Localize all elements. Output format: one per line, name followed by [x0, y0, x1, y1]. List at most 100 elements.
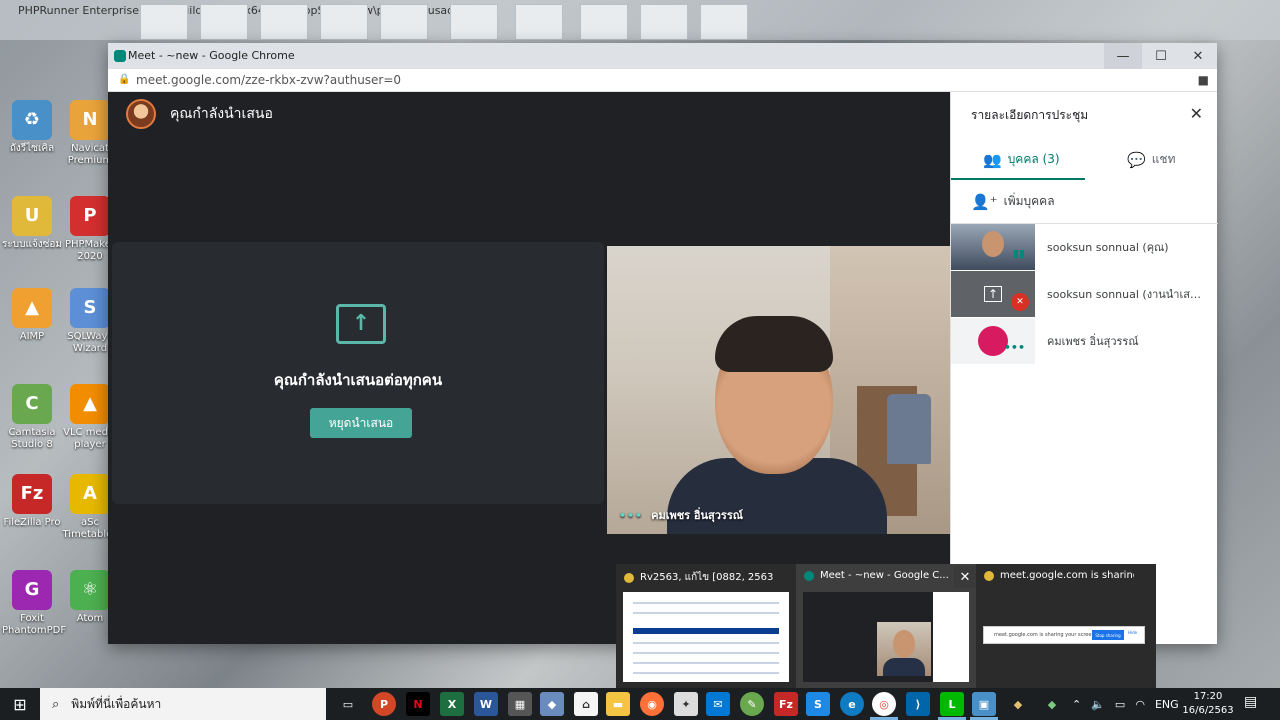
background-app-tab[interactable] [140, 4, 188, 40]
firefox-icon[interactable]: ◉ [640, 692, 664, 716]
window-title: Meet - ~new - Google Chrome [128, 49, 295, 62]
preview-window[interactable]: meet.google.com is sharing you... meet.g… [976, 564, 1156, 688]
participant-name: sooksun sonnual (งานนำเสนอของคุณ) [1047, 288, 1207, 301]
file-explorer-icon[interactable]: ▬ [606, 692, 630, 716]
meeting-details-panel: รายละเอียดการประชุม ✕ 👥 บุคคล (3) 💬 แชท … [950, 92, 1218, 644]
volume-icon[interactable]: 🔈 [1091, 698, 1105, 711]
close-preview-icon[interactable]: ✕ [954, 566, 976, 588]
hide-button[interactable]: Hide [1128, 630, 1137, 635]
task-view-icon[interactable]: ▭ [336, 692, 360, 716]
clock[interactable]: 17:20 16/6/2563 [1180, 690, 1236, 718]
minimize-button[interactable]: — [1104, 43, 1142, 69]
filezilla-icon[interactable]: Fz [774, 692, 798, 716]
preview-title: Rv2563, แก้ไข [0882, 2563] - Go... [624, 570, 774, 585]
maximize-button[interactable]: ☐ [1142, 43, 1180, 69]
desktop-icon-label: Foxit PhantomPDF [2, 613, 67, 636]
line-icon[interactable]: L [940, 692, 964, 716]
camtasia-icon: C [12, 384, 52, 424]
add-person-button[interactable]: 👤⁺ เพิ่มบุคคล [971, 192, 1055, 211]
background-app-tab[interactable] [450, 4, 498, 40]
background-app-tab[interactable] [515, 4, 563, 40]
background-app-tab[interactable] [320, 4, 368, 40]
preview-window[interactable]: Meet - ~new - Google C... ✕ [796, 564, 976, 688]
powerpoint-icon[interactable]: P [372, 692, 396, 716]
preview-side-panel [933, 592, 969, 682]
background-app-tab[interactable] [200, 4, 248, 40]
vscode-icon[interactable]: ⟩ [906, 692, 930, 716]
background-app-tab[interactable] [260, 4, 308, 40]
close-panel-icon[interactable]: ✕ [1190, 104, 1203, 123]
stop-sharing-button[interactable]: Stop sharing [1092, 630, 1124, 640]
background-app-titlebar: PHPRunner Enterprise 10.4 (Build 35214 x… [0, 0, 1280, 40]
preview-thumbnail: meet.google.com is sharing your screen. … [983, 592, 1149, 682]
tab-people-label: บุคคล (3) [1007, 152, 1060, 166]
lock-icon: 🔒 [118, 74, 131, 85]
participant-name: คมเพชร อิ่นสุวรรณ์ [1047, 335, 1139, 348]
tray-app-icon[interactable]: ◆ [1006, 692, 1030, 716]
tray-app-icon[interactable]: ◆ [1040, 692, 1064, 716]
window-titlebar[interactable]: Meet - ~new - Google Chrome — ☐ ✕ [108, 43, 1217, 69]
sharing-bar: meet.google.com is sharing your screen. … [983, 626, 1145, 644]
preview-thumbnail [623, 592, 789, 682]
url-text[interactable]: meet.google.com/zze-rkbx-zvw?authuser=0 [136, 73, 401, 87]
paint-icon[interactable]: ✎ [740, 692, 764, 716]
background-app-tab[interactable] [380, 4, 428, 40]
background-app-tab[interactable] [700, 4, 748, 40]
calculator-icon[interactable]: ▦ [508, 692, 532, 716]
asc-icon: A [70, 474, 110, 514]
tab-chat[interactable]: 💬 แชท [1127, 150, 1175, 169]
app-s-icon[interactable]: S [806, 692, 830, 716]
desktop-icon[interactable]: U ระบบแจ้งซ่อม [2, 196, 62, 251]
tray-up-icon[interactable]: ⌃ [1072, 698, 1081, 711]
preview-header-bar [633, 628, 779, 634]
muted-icon: ✕ [1011, 293, 1029, 311]
search-placeholder: พิมพ์ที่นี่เพื่อค้นหา [71, 696, 162, 711]
taskbar: ⊞ ⌕ พิมพ์ที่นี่เพื่อค้นหา ▭ P N X W ▦ ◆ … [0, 688, 1280, 720]
windows-start-icon[interactable]: ⊞ [0, 688, 40, 720]
close-window-button[interactable]: ✕ [1179, 43, 1217, 69]
stop-presenting-button[interactable]: หยุดนำเสนอ [310, 408, 412, 438]
audio-dots-icon: ••• [1003, 341, 1025, 354]
edge-icon[interactable]: e [840, 692, 864, 716]
battery-icon[interactable]: ▭ [1115, 698, 1125, 711]
participant-row[interactable]: ↑ ✕ sooksun sonnual (งานนำเสนอของคุณ) [951, 271, 1218, 317]
preview-thumbnail [803, 592, 969, 682]
background-app-tab[interactable] [640, 4, 688, 40]
preview-line [633, 612, 779, 614]
taskbar-search[interactable]: ⌕ พิมพ์ที่นี่เพื่อค้นหา [40, 688, 326, 720]
excel-icon[interactable]: X [440, 692, 464, 716]
participant-row[interactable]: ••• คมเพชร อิ่นสุวรรณ์ [951, 318, 1218, 364]
desktop-icon[interactable]: G Foxit PhantomPDF [2, 570, 67, 637]
preview-line [633, 652, 779, 654]
language-indicator[interactable]: ENG [1155, 698, 1179, 711]
word-icon[interactable]: W [474, 692, 498, 716]
desktop-icon-label: ถังรีไซเคิล [9, 143, 55, 154]
present-screen-icon: ↑ [983, 286, 1003, 302]
address-bar[interactable]: 🔒 meet.google.com/zze-rkbx-zvw?authuser=… [108, 69, 1217, 92]
participant-video-tile[interactable]: ••• คมเพชร อิ่นสุวรรณ์ [607, 246, 950, 534]
preview-window[interactable]: Rv2563, แก้ไข [0882, 2563] - Go... [616, 564, 796, 688]
background-app-tab[interactable] [580, 4, 628, 40]
active-tab-indicator [951, 178, 1085, 180]
desktop-icon[interactable]: Fz FileZilla Pro [2, 474, 62, 529]
app-icon[interactable]: ◆ [540, 692, 564, 716]
wifi-icon[interactable]: ◠ [1135, 698, 1145, 711]
store-icon[interactable]: ⌂ [574, 692, 598, 716]
chrome-icon[interactable]: ◎ [872, 692, 896, 716]
desktop-icon-label: Camtasia Studio 8 [8, 427, 56, 450]
desktop-icon[interactable]: ♻ ถังรีไซเคิล [2, 100, 62, 155]
app-icon[interactable]: ▣ [972, 692, 996, 716]
mail-icon[interactable]: ✉ [706, 692, 730, 716]
app-icon[interactable]: ✦ [674, 692, 698, 716]
participant-hair [715, 316, 833, 372]
participant-row[interactable]: ▮▮ sooksun sonnual (คุณ) [951, 224, 1218, 270]
tab-people[interactable]: 👥 บุคคล (3) [983, 150, 1060, 169]
netflix-icon[interactable]: N [406, 692, 430, 716]
preview-line [633, 602, 779, 604]
clock-time: 17:20 [1193, 691, 1223, 702]
notification-icon[interactable]: ▤ [1244, 694, 1257, 710]
desktop-icon[interactable]: ▲ AIMP [2, 288, 62, 343]
preview-title: Meet - ~new - Google C... [804, 570, 954, 581]
camera-icon[interactable]: ■ [1198, 73, 1209, 87]
desktop-icon[interactable]: C Camtasia Studio 8 [2, 384, 62, 451]
